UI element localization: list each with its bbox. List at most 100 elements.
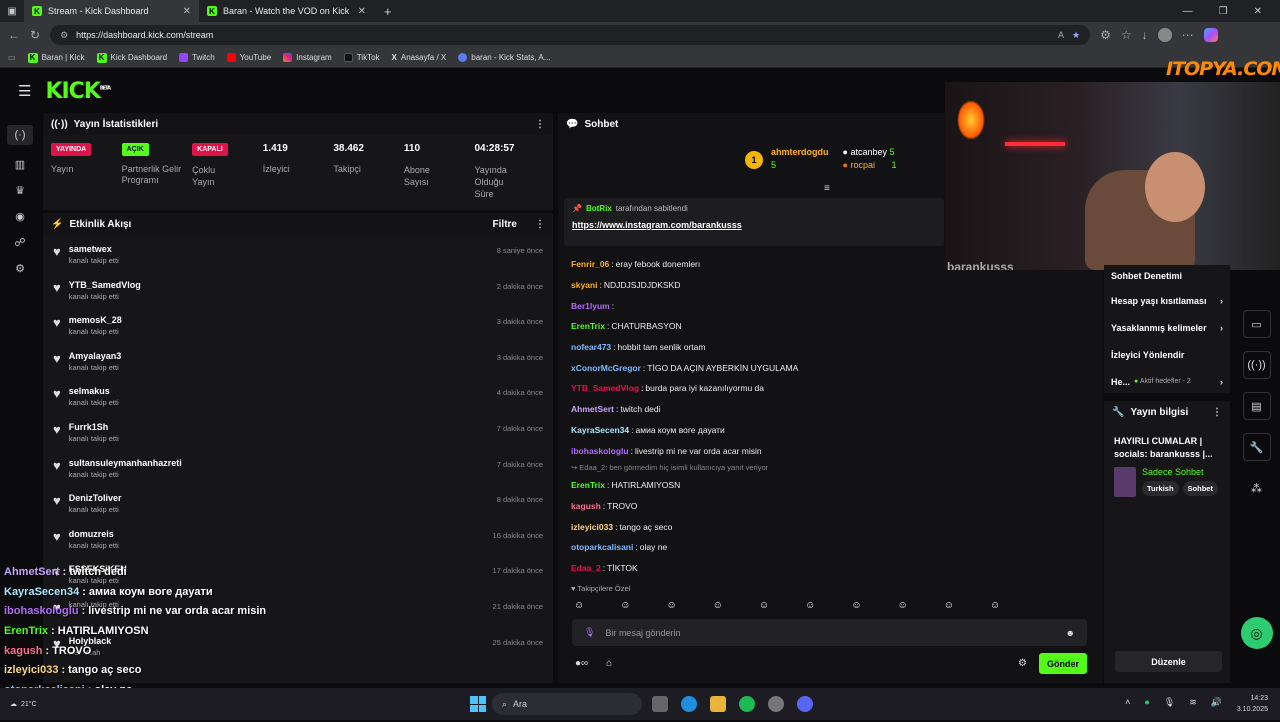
edit-button[interactable]: Düzenle bbox=[1115, 651, 1222, 672]
emote-icon[interactable]: ☺ bbox=[759, 600, 769, 611]
activity-user[interactable]: memosK_28 bbox=[69, 315, 122, 325]
trophy-icon[interactable]: ♛ bbox=[15, 184, 25, 197]
chat-username[interactable]: nofear473 bbox=[571, 342, 611, 352]
minimize-icon[interactable]: — bbox=[1183, 6, 1193, 17]
pinned-link[interactable]: https://www.instagram.com/barankusss bbox=[572, 220, 936, 230]
activity-user[interactable]: Amyalayan3 bbox=[69, 351, 122, 361]
close-tab-icon[interactable]: ✕ bbox=[183, 6, 191, 17]
bookmark-item[interactable]: YouTube bbox=[226, 53, 271, 62]
menu-item-account-age[interactable]: Hesap yaşı kısıtlaması › bbox=[1104, 287, 1230, 314]
pinned-by-user[interactable]: BotRix bbox=[586, 204, 612, 213]
emote-icon[interactable]: ☺ bbox=[805, 600, 815, 611]
chat-username[interactable]: Edaa_2 bbox=[571, 563, 601, 573]
tray-app-icon[interactable]: ● bbox=[1144, 697, 1149, 708]
menu-item-raid[interactable]: İzleyici Yönlendir bbox=[1104, 341, 1230, 368]
file-explorer-icon[interactable] bbox=[710, 696, 726, 712]
emote-icon[interactable]: ☺ bbox=[620, 600, 630, 611]
kick-logo[interactable]: KICKBETA bbox=[45, 79, 111, 104]
activity-user[interactable]: Furrk1Sh bbox=[69, 422, 119, 432]
activity-user[interactable]: sultansuleymanhanhazreti bbox=[69, 458, 182, 468]
support-chat-icon[interactable]: ◎ bbox=[1240, 617, 1273, 649]
taskbar-search[interactable]: ⌕ Ara bbox=[492, 693, 642, 715]
app-icon[interactable] bbox=[768, 696, 784, 712]
emote-icon[interactable]: ☺ bbox=[574, 600, 584, 611]
broadcast-toggle-icon[interactable]: ((·)) bbox=[1242, 351, 1271, 379]
close-window-icon[interactable]: ✕ bbox=[1254, 6, 1262, 17]
copilot-icon[interactable] bbox=[1203, 28, 1218, 42]
discord-icon[interactable] bbox=[797, 696, 813, 712]
chat-settings-icon[interactable]: ⚙ bbox=[1018, 658, 1027, 669]
store-icon[interactable]: ⌂ bbox=[606, 658, 612, 669]
bookmark-item[interactable]: K Baran | Kick bbox=[27, 52, 85, 63]
tab-actions-icon[interactable]: ▣ bbox=[0, 6, 24, 17]
chat-username[interactable]: xConorMcGregor bbox=[571, 363, 641, 373]
spotify-icon[interactable] bbox=[739, 696, 755, 712]
volume-icon[interactable]: 🔊 bbox=[1211, 697, 1222, 708]
url-field[interactable]: ⚙ https://dashboard.kick.com/stream A ★ bbox=[50, 25, 1091, 45]
chat-username[interactable]: YTB_SamedVlog bbox=[571, 383, 639, 393]
settings-gear-icon[interactable]: ⚙ bbox=[15, 262, 25, 275]
chat-username[interactable]: Ber1lyum bbox=[571, 301, 610, 311]
wifi-icon[interactable]: ≋ bbox=[1189, 697, 1197, 708]
site-info-icon[interactable]: ⚙ bbox=[60, 30, 68, 41]
tag-chip[interactable]: Sohbet bbox=[1182, 481, 1218, 496]
stream-icon[interactable]: (·) bbox=[7, 125, 33, 145]
weather-widget[interactable]: ☁ 21°C bbox=[0, 700, 37, 709]
tray-chevron-icon[interactable]: ˄ bbox=[1125, 697, 1130, 708]
collapse-gifters-icon[interactable]: ≡ bbox=[824, 183, 830, 194]
emote-icon[interactable]: ☺ bbox=[713, 600, 723, 611]
chat-username[interactable]: izleyici033 bbox=[571, 522, 613, 532]
microphone-tray-icon[interactable]: 🎙 bbox=[1164, 697, 1175, 708]
bookmark-folder-icon[interactable]: ▭ bbox=[8, 53, 16, 62]
chat-username[interactable]: AhmetSert bbox=[571, 404, 614, 414]
start-button[interactable] bbox=[470, 696, 486, 712]
emoji-picker-icon[interactable]: ☻ bbox=[1066, 628, 1075, 638]
maximize-icon[interactable]: ❐ bbox=[1219, 6, 1228, 17]
menu-item-chat-moderation[interactable]: Sohbet Denetimi bbox=[1104, 265, 1230, 287]
hamburger-menu-icon[interactable]: ☰ bbox=[18, 82, 31, 100]
emote-icon[interactable]: ☺ bbox=[898, 600, 908, 611]
more-options-icon[interactable]: ⋮ bbox=[535, 119, 545, 130]
new-tab-icon[interactable]: + bbox=[374, 4, 402, 19]
bookmark-item[interactable]: X Anasayfa / X bbox=[392, 53, 447, 62]
tools-icon[interactable]: 🔧 bbox=[1242, 433, 1271, 461]
menu-item-goals[interactable]: He... ● Aktif hedefler - 2 › bbox=[1104, 368, 1230, 395]
more-options-icon[interactable]: ⋮ bbox=[535, 219, 545, 230]
activity-user[interactable]: domuzreis bbox=[69, 529, 119, 539]
read-aloud-icon[interactable]: A bbox=[1058, 30, 1064, 40]
chat-username[interactable]: ibohaskologlu bbox=[571, 446, 629, 456]
chat-username[interactable]: otoparkcalisani bbox=[571, 542, 633, 552]
microphone-icon[interactable]: 🎙 bbox=[584, 627, 595, 638]
menu-item-banned-words[interactable]: Yasaklanmış kelimeler › bbox=[1104, 314, 1230, 341]
tab-vod[interactable]: K Baran - Watch the VOD on Kick ✕ bbox=[199, 0, 374, 22]
chat-toggle-icon[interactable]: ▭ bbox=[1242, 310, 1271, 338]
analytics-icon[interactable]: ▥ bbox=[15, 158, 25, 171]
filter-button[interactable]: Filtre bbox=[493, 219, 517, 230]
category-thumbnail[interactable] bbox=[1114, 467, 1136, 497]
downloads-icon[interactable]: ↓ bbox=[1142, 28, 1148, 42]
emote-icon[interactable]: ☺ bbox=[944, 600, 954, 611]
gifter-1[interactable]: ahmterdogdu 5 bbox=[771, 147, 829, 170]
chat-username[interactable]: ErenTrix bbox=[571, 321, 605, 331]
emote-icon[interactable]: ☺ bbox=[990, 600, 1000, 611]
activity-user[interactable]: selmakus bbox=[69, 386, 119, 396]
chat-username[interactable]: Fenrir_06 bbox=[571, 259, 609, 269]
tab-stream-dashboard[interactable]: K Stream - Kick Dashboard ✕ bbox=[24, 0, 199, 22]
favorites-icon[interactable]: ☆ bbox=[1121, 28, 1132, 42]
camera-icon[interactable]: ◉ bbox=[15, 210, 25, 223]
category-link[interactable]: Sadece Sohbet bbox=[1142, 467, 1218, 477]
activity-user[interactable]: sametwex bbox=[69, 244, 119, 254]
chat-username[interactable]: ErenTrix bbox=[571, 480, 605, 490]
bookmark-item[interactable]: K Kick Dashboard bbox=[96, 52, 167, 63]
profile-avatar[interactable] bbox=[1157, 28, 1172, 42]
menu-dots-icon[interactable]: ⋯ bbox=[1182, 28, 1194, 42]
chat-username[interactable]: skyani bbox=[571, 280, 597, 290]
emote-icon[interactable]: ☺ bbox=[666, 600, 676, 611]
close-tab-icon[interactable]: ✕ bbox=[358, 6, 366, 17]
tag-chip[interactable]: Turkish bbox=[1142, 481, 1179, 496]
reload-icon[interactable]: ↻ bbox=[30, 28, 40, 42]
community-icon[interactable]: ☍ bbox=[14, 236, 25, 249]
kick-coin-icon[interactable]: ●∞ bbox=[575, 658, 588, 669]
extensions-icon[interactable]: ⚙ bbox=[1100, 28, 1111, 42]
favorite-star-icon[interactable]: ★ bbox=[1072, 30, 1080, 41]
